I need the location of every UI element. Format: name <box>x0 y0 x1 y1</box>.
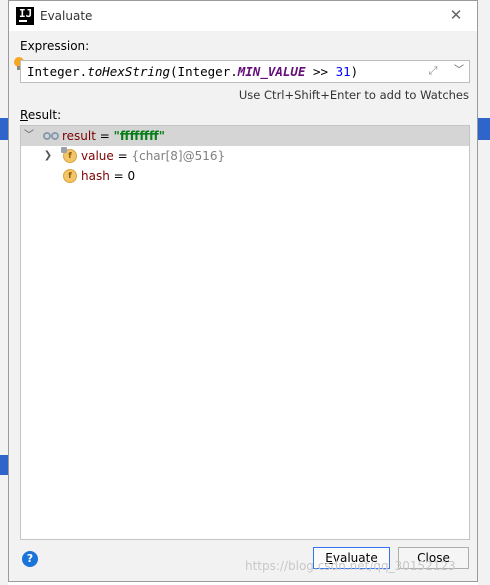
var-eq: = <box>113 149 132 163</box>
expression-label: Expression: <box>20 39 90 53</box>
background-selection-left <box>0 118 8 140</box>
var-eq: = <box>109 169 128 183</box>
close-icon[interactable]: ✕ <box>447 6 465 24</box>
var-eq: = <box>95 129 114 143</box>
expr-constant: MIN_VALUE <box>237 64 306 79</box>
var-value: {char[8]@516} <box>131 149 226 163</box>
expr-part: Integer. <box>27 64 88 79</box>
field-icon: f <box>61 147 77 163</box>
tree-row-hash[interactable]: f hash = 0 <box>21 166 469 186</box>
dropdown-icon[interactable]: ﹀ <box>452 64 466 78</box>
chevron-down-icon[interactable]: ﹀ <box>23 126 35 146</box>
expression-input[interactable]: Integer.toHexString(Integer.MIN_VALUE >>… <box>20 60 470 83</box>
background-ide-right <box>478 0 490 585</box>
result-label-rest: esult: <box>27 108 62 122</box>
expr-number: 31 <box>335 64 351 79</box>
help-icon[interactable]: ? <box>22 551 38 567</box>
title-bar[interactable]: IJ Evaluate ✕ <box>9 1 477 31</box>
tree-row-result[interactable]: ﹀ result = "ffffffff" <box>21 126 469 146</box>
result-label-mnemonic: R <box>20 108 28 122</box>
expr-method: toHexString <box>87 64 171 79</box>
field-badge: f <box>68 171 72 180</box>
chevron-right-icon[interactable]: ❯ <box>42 146 54 166</box>
dialog-title: Evaluate <box>40 9 93 23</box>
result-tree[interactable]: ﹀ result = "ffffffff" ❯ f value = {char[… <box>20 125 470 540</box>
watermark: https://blog.csdn.net/qq_30152123 <box>245 559 456 573</box>
background-selection-right <box>478 118 490 140</box>
var-name: value <box>81 149 114 163</box>
watch-icon <box>43 130 60 142</box>
tree-row-text: value = {char[8]@516} <box>81 146 225 166</box>
expand-icon[interactable]: ⤢ <box>426 64 440 78</box>
expr-part: ) <box>350 64 359 79</box>
field-icon: f <box>63 169 77 183</box>
background-selection-left-2 <box>0 455 8 475</box>
expr-part: (Integer. <box>170 64 238 79</box>
var-value: "ffffffff" <box>113 129 166 143</box>
var-value: 0 <box>127 169 136 183</box>
app-logo-icon: IJ <box>16 7 34 25</box>
var-name: hash <box>81 169 110 183</box>
result-label: Result: <box>20 108 61 122</box>
evaluate-dialog: IJ Evaluate ✕ Expression: Integer.toHexS… <box>8 0 478 582</box>
expr-operator: >> <box>305 64 336 79</box>
tree-row-text: result = "ffffffff" <box>62 126 165 146</box>
tree-row-value[interactable]: ❯ f value = {char[8]@516} <box>21 146 469 166</box>
tree-row-text: hash = 0 <box>81 166 135 186</box>
field-badge: f <box>68 151 72 160</box>
background-ide-left <box>0 0 8 585</box>
watches-hint: Use Ctrl+Shift+Enter to add to Watches <box>238 88 469 102</box>
var-name: result <box>62 129 96 143</box>
